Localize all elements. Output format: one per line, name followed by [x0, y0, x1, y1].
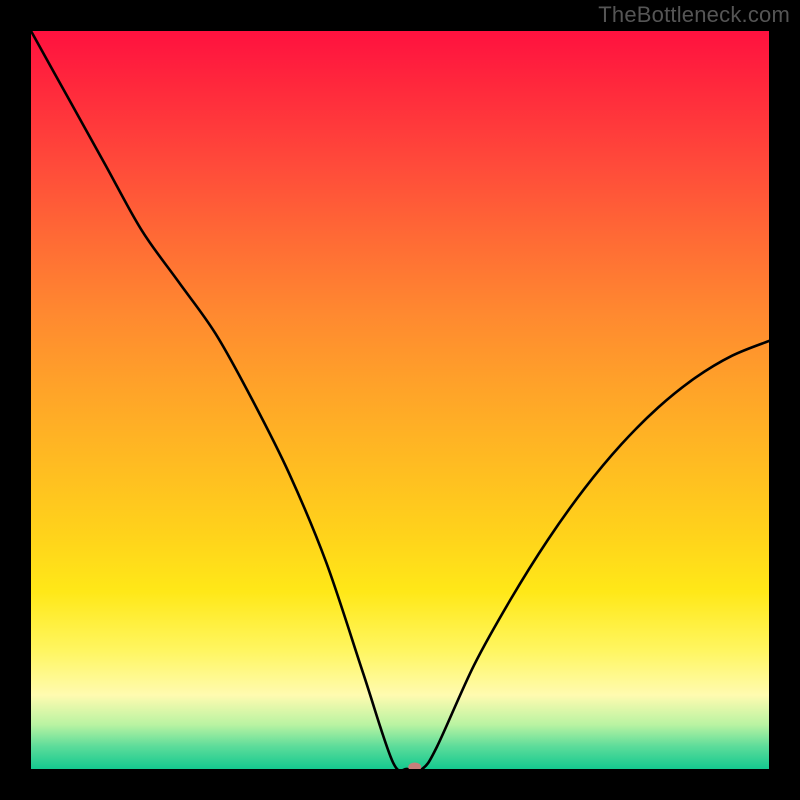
optimum-marker	[409, 763, 421, 769]
watermark-text: TheBottleneck.com	[598, 2, 790, 28]
curve-svg	[31, 31, 769, 769]
chart-frame: TheBottleneck.com	[0, 0, 800, 800]
bottleneck-curve	[31, 31, 769, 769]
plot-area	[31, 31, 769, 769]
